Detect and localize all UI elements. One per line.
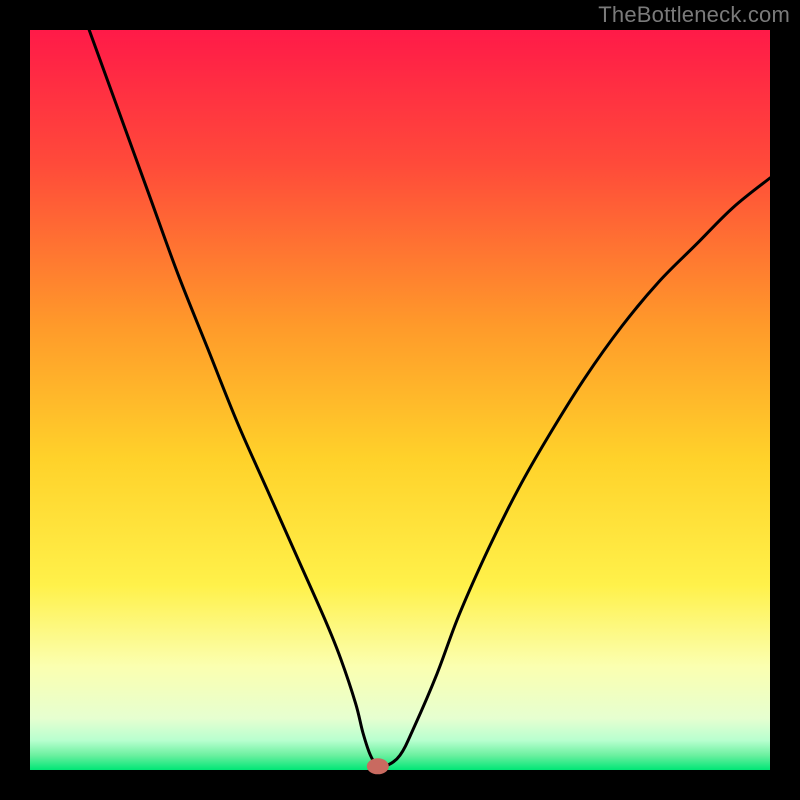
chart-frame: TheBottleneck.com [0,0,800,800]
plot-area [30,30,770,774]
optimal-marker [367,758,389,774]
bottleneck-chart [0,0,800,800]
gradient-background [30,30,770,770]
attribution-text: TheBottleneck.com [598,2,790,28]
